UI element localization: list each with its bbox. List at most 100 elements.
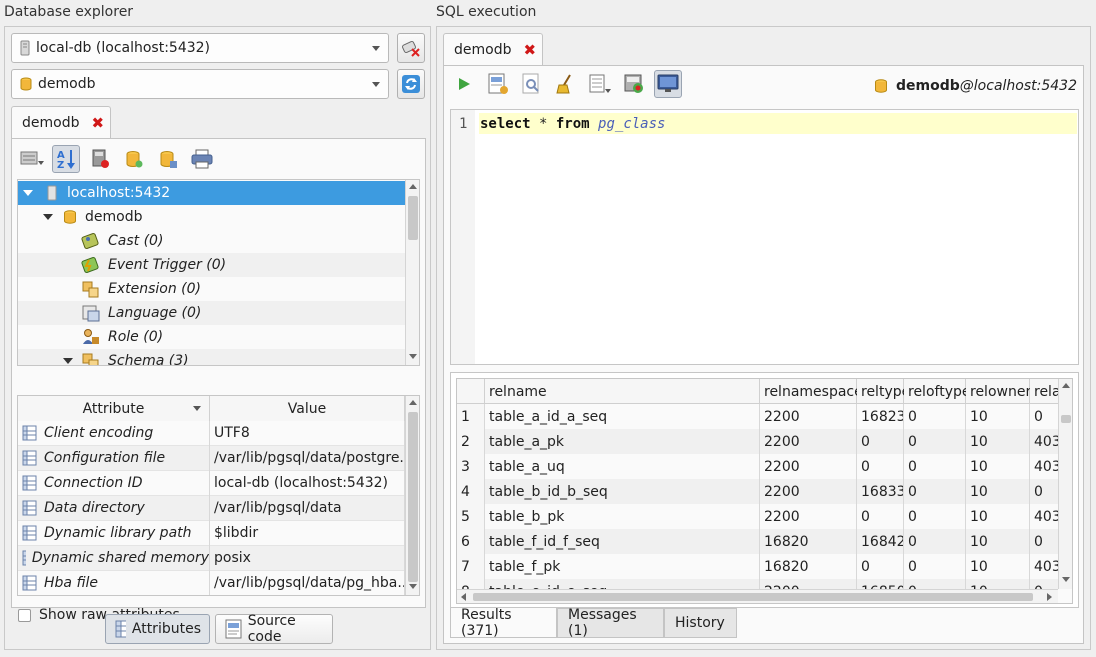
table-cell[interactable]: table_b_id_b_seq xyxy=(485,479,760,504)
show-raw-checkbox[interactable] xyxy=(18,608,31,622)
table-cell[interactable]: 16850 xyxy=(857,579,904,589)
tree-item-server[interactable]: localhost:5432 xyxy=(18,181,405,205)
table-cell[interactable]: 0 xyxy=(1030,529,1058,554)
table-cell[interactable]: 10 xyxy=(966,554,1030,579)
import-database-button[interactable] xyxy=(154,145,182,173)
tree-item-language[interactable]: Language (0) xyxy=(18,301,405,325)
table-cell[interactable]: 16823 xyxy=(857,404,904,429)
invalidate-button[interactable] xyxy=(86,145,114,173)
clear-button[interactable] xyxy=(552,70,580,98)
scroll-left-icon[interactable] xyxy=(461,593,466,601)
table-cell[interactable]: 10 xyxy=(966,429,1030,454)
run-button[interactable] xyxy=(450,70,478,98)
scrollbar-thumb[interactable] xyxy=(408,412,418,582)
disconnect-button[interactable] xyxy=(397,33,425,63)
results-vscrollbar[interactable] xyxy=(1058,379,1072,589)
table-cell[interactable]: 10 xyxy=(966,504,1030,529)
table-cell[interactable]: 0 xyxy=(904,479,966,504)
table-cell[interactable]: table_f_id_f_seq xyxy=(485,529,760,554)
table-cell[interactable]: 403 xyxy=(1030,429,1058,454)
collapse-icon[interactable] xyxy=(23,190,33,196)
table-cell[interactable]: 0 xyxy=(904,554,966,579)
tab-sql-demodb[interactable]: demodb ✖ xyxy=(443,33,543,66)
scrollbar-thumb[interactable] xyxy=(473,593,1033,601)
sql-editor[interactable]: 1 select * from pg_class xyxy=(450,109,1079,365)
attribute-column-header[interactable]: Attribute xyxy=(18,396,210,421)
table-cell[interactable]: 0 xyxy=(857,554,904,579)
table-cell[interactable]: 0 xyxy=(904,504,966,529)
connection-select[interactable]: local-db (localhost:5432) xyxy=(11,33,389,63)
attribute-row[interactable]: Configuration file/var/lib/pgsql/data/po… xyxy=(18,445,405,471)
table-row[interactable]: 8table_e_id_e_seq2200168500100 xyxy=(457,579,1058,589)
results-grid[interactable]: relname relnamespace reltype reloftype relow… xyxy=(456,378,1073,604)
table-cell[interactable]: 0 xyxy=(1030,404,1058,429)
table-cell[interactable]: 16820 xyxy=(760,554,857,579)
table-cell[interactable]: 0 xyxy=(904,404,966,429)
value-column-header[interactable]: Value xyxy=(210,396,405,421)
table-cell[interactable]: 0 xyxy=(904,529,966,554)
attribute-row[interactable]: Hba file/var/lib/pgsql/data/pg_hba... xyxy=(18,570,405,595)
table-cell[interactable]: 2200 xyxy=(760,404,857,429)
column-header-relname[interactable]: relname xyxy=(485,379,760,403)
table-cell[interactable]: 2200 xyxy=(760,479,857,504)
column-header-reltype[interactable]: reltype xyxy=(857,379,910,403)
scrollbar-thumb[interactable] xyxy=(408,196,418,240)
table-row[interactable]: 1 table_a_id_a_seq 2200 16823 0 10 0 xyxy=(457,404,1058,429)
table-cell[interactable]: table_e_id_e_seq xyxy=(485,579,760,589)
tree-item-database[interactable]: demodb xyxy=(18,205,405,229)
attribute-row[interactable]: Data directory/var/lib/pgsql/data xyxy=(18,495,405,521)
tab-results[interactable]: Results (371) xyxy=(450,607,557,639)
table-row[interactable]: 7table_f_pk168200010403 xyxy=(457,554,1058,579)
filter-button[interactable] xyxy=(18,145,46,173)
screen-mode-button[interactable] xyxy=(654,70,682,98)
table-cell[interactable]: table_a_uq xyxy=(485,454,760,479)
table-cell[interactable]: 2200 xyxy=(760,429,857,454)
column-header-reloftype[interactable]: reloftype xyxy=(904,379,970,403)
table-row[interactable]: 3table_a_uq22000010403 xyxy=(457,454,1058,479)
sort-alphabetical-button[interactable]: AZ xyxy=(52,145,80,173)
object-tree[interactable]: localhost:5432 demodb Cast (0) Event Tri… xyxy=(17,179,420,366)
table-cell[interactable]: 0 xyxy=(857,454,904,479)
table-cell[interactable]: 16833 xyxy=(857,479,904,504)
attributes-scrollbar[interactable] xyxy=(405,396,419,595)
scrollbar-thumb[interactable] xyxy=(1061,415,1071,423)
table-row[interactable]: 4 table_b_id_b_seq 2200 16833 0 10 0 xyxy=(457,479,1058,504)
editor-current-line[interactable]: select * from pg_class xyxy=(479,113,1077,134)
scroll-up-icon[interactable] xyxy=(1062,383,1070,388)
table-cell[interactable]: 16820 xyxy=(760,529,857,554)
scroll-right-icon[interactable] xyxy=(1047,593,1052,601)
tree-item-cast[interactable]: Cast (0) xyxy=(18,229,405,253)
attribute-row[interactable]: Connection ID local-db (localhost:5432) xyxy=(18,470,405,496)
table-cell[interactable]: 10 xyxy=(966,579,1030,589)
table-cell[interactable]: 16842 xyxy=(857,529,904,554)
load-sql-button[interactable] xyxy=(484,70,512,98)
table-cell[interactable]: 0 xyxy=(904,454,966,479)
table-cell[interactable]: 0 xyxy=(857,429,904,454)
table-cell[interactable]: 0 xyxy=(1030,579,1058,590)
attributes-table[interactable]: Attribute Value Client encoding UTF8 Confi… xyxy=(17,395,420,596)
scroll-down-icon[interactable] xyxy=(409,354,417,359)
scroll-down-icon[interactable] xyxy=(1062,577,1070,582)
tree-item-schema[interactable]: Schema (3) xyxy=(18,349,405,365)
column-header-relam[interactable]: relam xyxy=(1030,379,1058,403)
tree-item-role[interactable]: Role (0) xyxy=(18,325,405,349)
close-icon[interactable]: ✖ xyxy=(91,114,104,132)
table-cell[interactable]: 10 xyxy=(966,479,1030,504)
database-select[interactable]: demodb xyxy=(11,69,389,99)
table-cell[interactable]: 2200 xyxy=(760,504,857,529)
table-cell[interactable]: table_f_pk xyxy=(485,554,760,579)
scroll-up-icon[interactable] xyxy=(409,400,417,405)
collapse-icon[interactable] xyxy=(63,358,73,364)
attribute-row[interactable]: Dynamic library path $libdir xyxy=(18,520,405,546)
snippets-button[interactable] xyxy=(620,70,648,98)
scroll-up-icon[interactable] xyxy=(409,184,417,189)
table-cell[interactable]: 0 xyxy=(904,579,966,589)
attribute-row[interactable]: Client encoding UTF8 xyxy=(18,420,405,446)
table-cell[interactable]: 2200 xyxy=(760,579,857,589)
table-cell[interactable]: table_b_pk xyxy=(485,504,760,529)
table-cell[interactable]: 0 xyxy=(857,504,904,529)
tab-demodb[interactable]: demodb ✖ xyxy=(11,106,111,139)
table-cell[interactable]: 10 xyxy=(966,404,1030,429)
table-row[interactable]: 2table_a_pk22000010403 xyxy=(457,429,1058,454)
export-button[interactable] xyxy=(586,70,614,98)
